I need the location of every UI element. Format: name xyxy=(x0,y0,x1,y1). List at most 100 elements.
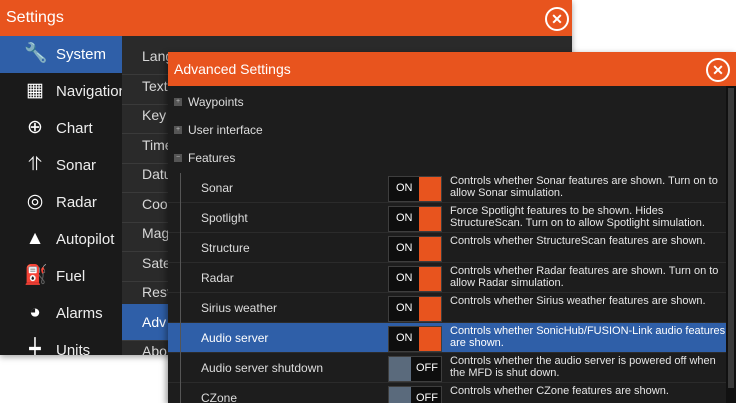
settings-titlebar: Settings ✕ xyxy=(0,0,572,36)
scrollbar-thumb[interactable] xyxy=(728,88,734,388)
sidebar-item-label: Fuel xyxy=(56,268,86,285)
submenu-item-label: Text xyxy=(142,77,168,94)
radar-icon: ◎ xyxy=(26,191,44,212)
expand-icon[interactable]: + xyxy=(174,126,182,134)
scrollbar[interactable] xyxy=(726,86,736,403)
feature-description: Controls whether Sirius weather features… xyxy=(450,295,706,307)
feature-name: Sonar xyxy=(201,181,234,195)
submenu-item-label: Rest xyxy=(142,284,171,300)
submenu-item-label: Adv xyxy=(142,313,167,330)
advanced-settings-list: + Waypoints + User interface − Features Sonar O… xyxy=(168,86,726,403)
tree-node-waypoints[interactable]: + Waypoints xyxy=(168,88,726,116)
sidebar-item-sonar[interactable]: ⥣ Sonar xyxy=(0,147,122,184)
sidebar-item-label: System xyxy=(56,46,107,63)
tree-node-user-interface[interactable]: + User interface xyxy=(168,116,726,144)
settings-close-button[interactable]: ✕ xyxy=(545,7,569,31)
feature-row-structure[interactable]: Structure ON Controls whether StructureSca… xyxy=(168,233,726,263)
sidebar-item-alarms[interactable]: ◕ Alarms xyxy=(0,295,122,332)
sidebar-item-label: Units xyxy=(56,342,91,355)
toggle-state: ON xyxy=(396,272,413,284)
feature-row-audio-server-shutdown[interactable]: Audio server shutdown OFF Controls whether… xyxy=(168,353,726,383)
toggle-knob xyxy=(419,327,441,351)
toggle-state: OFF xyxy=(416,362,438,374)
feature-description: Controls whether StructureScan features … xyxy=(450,235,706,247)
feature-toggle[interactable]: ON xyxy=(388,176,442,202)
feature-row-sonar[interactable]: Sonar ON Controls whether Sonar features a… xyxy=(168,173,726,203)
submenu-item-label: Coo xyxy=(142,195,168,212)
feature-row-audio-server[interactable]: Audio server ON Controls whether SonicHub/… xyxy=(168,323,726,353)
feature-toggle[interactable]: ON xyxy=(388,296,442,322)
feature-description: Controls whether Radar features are show… xyxy=(450,265,719,289)
feature-description: Controls whether the audio server is pow… xyxy=(450,355,716,379)
toggle-knob xyxy=(419,297,441,321)
settings-sidebar: 🔧 System ▦ Navigation ⊕ Chart ⥣ Sonar ◎ Radar ▲ Aut… xyxy=(0,36,127,355)
sidebar-item-chart[interactable]: ⊕ Chart xyxy=(0,110,122,147)
feature-row-radar[interactable]: Radar ON Controls whether Radar features a… xyxy=(168,263,726,293)
feature-description: Force Spotlight features to be shown. Hi… xyxy=(450,205,705,229)
toggle-knob xyxy=(389,387,411,403)
toggle-state: OFF xyxy=(416,392,438,403)
autopilot-icon: ▲ xyxy=(25,228,45,249)
sidebar-item-radar[interactable]: ◎ Radar xyxy=(0,184,122,221)
feature-description: Controls whether SonicHub/FUSION-Link au… xyxy=(450,325,726,349)
toggle-knob xyxy=(419,177,441,201)
sidebar-item-units[interactable]: ┿ Units xyxy=(0,332,122,355)
toggle-knob xyxy=(389,357,411,381)
advanced-settings-close-button[interactable]: ✕ xyxy=(706,58,730,82)
toggle-state: ON xyxy=(396,212,413,224)
tree-line xyxy=(180,323,181,353)
toggle-knob xyxy=(419,207,441,231)
tree-line xyxy=(180,173,181,203)
tree-node-label: Waypoints xyxy=(188,95,244,109)
feature-description: Controls whether CZone features are show… xyxy=(450,385,669,397)
sidebar-item-label: Sonar xyxy=(56,157,97,174)
tree-node-label: Features xyxy=(188,151,236,165)
sidebar-item-navigation[interactable]: ▦ Navigation xyxy=(0,73,127,110)
sonar-icon: ⥣ xyxy=(28,154,42,175)
feature-toggle[interactable]: ON xyxy=(388,326,442,352)
feature-name: CZone xyxy=(201,391,238,403)
advanced-settings-titlebar: Advanced Settings ✕ xyxy=(168,52,736,86)
feature-toggle[interactable]: OFF xyxy=(388,386,442,403)
fuel-icon: ⛽ xyxy=(24,265,48,286)
feature-name: Spotlight xyxy=(201,211,248,225)
feature-name: Sirius weather xyxy=(201,301,278,315)
sidebar-item-label: Autopilot xyxy=(56,231,115,248)
feature-toggle[interactable]: ON xyxy=(388,206,442,232)
feature-description: Controls whether Sonar features are show… xyxy=(450,175,718,199)
sidebar-item-label: Chart xyxy=(56,120,93,137)
toggle-state: ON xyxy=(396,302,413,314)
feature-name: Radar xyxy=(201,271,234,285)
settings-title: Settings xyxy=(6,9,64,26)
feature-row-czone[interactable]: CZone OFF Controls whether CZone features … xyxy=(168,383,726,403)
tree-node-features[interactable]: − Features xyxy=(168,144,726,172)
sidebar-item-system[interactable]: 🔧 System xyxy=(0,36,122,73)
collapse-icon[interactable]: − xyxy=(174,154,182,162)
sidebar-item-label: Navigation xyxy=(56,83,127,100)
toggle-state: ON xyxy=(396,242,413,254)
advanced-settings-dialog: Advanced Settings ✕ + Waypoints + User inte… xyxy=(168,52,736,403)
feature-toggle[interactable]: OFF xyxy=(388,356,442,382)
sidebar-item-label: Radar xyxy=(56,194,97,211)
wrench-icon: 🔧 xyxy=(24,43,48,64)
navigation-icon: ▦ xyxy=(26,80,44,101)
tree-node-label: User interface xyxy=(188,123,263,137)
units-icon: ┿ xyxy=(29,339,41,355)
feature-toggle[interactable]: ON xyxy=(388,266,442,292)
sidebar-item-label: Alarms xyxy=(56,305,103,322)
sidebar-item-fuel[interactable]: ⛽ Fuel xyxy=(0,258,122,295)
submenu-item-label: Mag xyxy=(142,225,170,241)
feature-row-spotlight[interactable]: Spotlight ON Force Spotlight features to b… xyxy=(168,203,726,233)
toggle-state: ON xyxy=(396,332,413,344)
tree-line xyxy=(180,233,181,263)
submenu-item-label: Sate xyxy=(142,254,171,271)
expand-icon[interactable]: + xyxy=(174,98,182,106)
feature-toggle[interactable]: ON xyxy=(388,236,442,262)
toggle-state: ON xyxy=(396,182,413,194)
tree-line xyxy=(180,203,181,233)
feature-row-sirius-weather[interactable]: Sirius weather ON Controls whether Sirius … xyxy=(168,293,726,323)
globe-icon: ⊕ xyxy=(27,117,43,138)
feature-name: Structure xyxy=(201,241,250,255)
sidebar-item-autopilot[interactable]: ▲ Autopilot xyxy=(0,221,122,258)
tree-line xyxy=(180,293,181,323)
